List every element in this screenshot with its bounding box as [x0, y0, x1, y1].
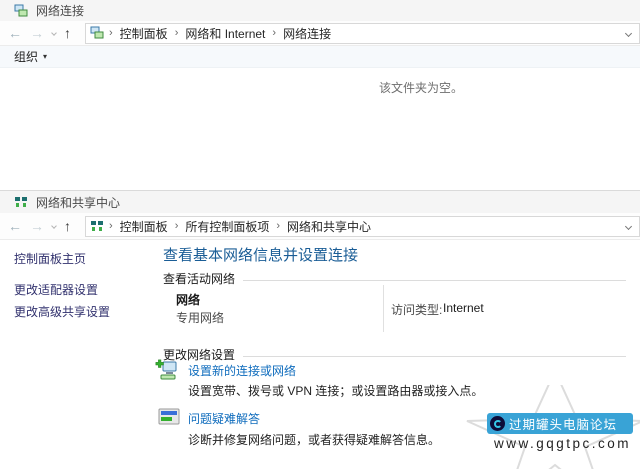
- up-button[interactable]: ↑: [64, 26, 71, 40]
- window2-navbar: ← → ↑ › 控制面板 › 所有控制面板项 › 网络和共享中心: [0, 213, 640, 240]
- task-desc-new-connection: 设置宽带、拨号或 VPN 连接；或设置路由器或接入点。: [188, 384, 484, 398]
- breadcrumb-control-panel[interactable]: 控制面板: [118, 25, 170, 42]
- page-title: 查看基本网络信息并设置连接: [163, 247, 359, 264]
- organize-dropdown-icon: ▾: [43, 52, 48, 61]
- sidebar-item-control-panel-home[interactable]: 控制面板主页: [14, 250, 86, 267]
- active-networks-label: 查看活动网络: [163, 272, 236, 286]
- window2-titlebar: 网络和共享中心: [0, 191, 640, 213]
- window2-content: 控制面板主页 更改适配器设置 更改高级共享设置 查看基本网络信息并设置连接 查看…: [0, 240, 640, 469]
- active-networks-section-header: 查看活动网络: [163, 270, 626, 287]
- new-connection-icon[interactable]: [155, 359, 181, 383]
- watermark-logo-icon: [490, 416, 505, 431]
- recent-pages-chevron-icon[interactable]: [51, 30, 57, 36]
- access-type-label: 访问类型:: [391, 303, 443, 317]
- forward-button[interactable]: →: [30, 26, 44, 40]
- breadcrumb-control-panel[interactable]: 控制面板: [118, 218, 170, 235]
- address-network-icon: [90, 26, 104, 40]
- breadcrumb-all-items[interactable]: 所有控制面板项: [183, 218, 271, 235]
- breadcrumb-sharing-center[interactable]: 网络和共享中心: [285, 218, 373, 235]
- sidebar-item-change-adapter-settings[interactable]: 更改适配器设置: [14, 281, 98, 298]
- task-link-troubleshoot[interactable]: 问题疑难解答: [188, 410, 260, 427]
- section-divider: [243, 355, 626, 357]
- network-info-divider: [383, 285, 384, 332]
- sidebar-item-change-advanced-sharing[interactable]: 更改高级共享设置: [14, 303, 110, 320]
- forward-button[interactable]: →: [30, 219, 44, 233]
- network-connections-window: 网络连接 ← → ↑ › 控制面板 › 网络和 Internet › 网络连接 …: [0, 0, 640, 189]
- window1-title: 网络连接: [36, 4, 85, 18]
- window1-navbar: ← → ↑ › 控制面板 › 网络和 Internet › 网络连接: [0, 21, 640, 46]
- task-link-new-connection[interactable]: 设置新的连接或网络: [188, 362, 296, 379]
- organize-label: 组织: [14, 50, 39, 64]
- watermark-site-url: www.gqgtpc.com: [494, 436, 632, 451]
- back-button[interactable]: ←: [8, 219, 22, 233]
- network-profile: 专用网络: [176, 311, 225, 325]
- address-dropdown-icon[interactable]: [624, 222, 633, 230]
- access-type-value[interactable]: Internet: [443, 301, 484, 315]
- breadcrumb-separator-icon: ›: [276, 220, 281, 232]
- window1-content: 该文件夹为空。: [0, 68, 640, 188]
- address-sharing-center-icon: [90, 219, 104, 233]
- network-connections-icon: [14, 4, 28, 18]
- breadcrumb-separator-icon: ›: [174, 27, 179, 39]
- back-button[interactable]: ←: [8, 26, 22, 40]
- watermark-site-name: 过期罐头电脑论坛: [509, 418, 618, 432]
- network-settings-section-header: 更改网络设置: [163, 346, 626, 363]
- window1-address-bar[interactable]: › 控制面板 › 网络和 Internet › 网络连接: [85, 22, 640, 44]
- watermark-banner: 过期罐头电脑论坛: [487, 413, 633, 434]
- troubleshoot-icon[interactable]: [157, 407, 181, 429]
- breadcrumb-network-internet[interactable]: 网络和 Internet: [183, 25, 267, 42]
- breadcrumb-separator-icon: ›: [109, 220, 113, 232]
- recent-pages-chevron-icon[interactable]: [51, 223, 57, 229]
- breadcrumb-separator-icon: ›: [174, 220, 179, 232]
- organize-button[interactable]: 组织 ▾: [14, 48, 47, 65]
- window1-toolbar: 组织 ▾: [0, 46, 640, 68]
- network-sharing-center-icon: [14, 195, 28, 209]
- address-dropdown-icon[interactable]: [624, 29, 633, 37]
- window1-titlebar: 网络连接: [0, 0, 640, 21]
- task-desc-troubleshoot: 诊断并修复网络问题，或者获得疑难解答信息。: [188, 433, 441, 447]
- breadcrumb-separator-icon: ›: [272, 27, 277, 39]
- window2-title: 网络和共享中心: [36, 195, 121, 210]
- up-button[interactable]: ↑: [64, 219, 71, 233]
- breadcrumb-network-connections[interactable]: 网络连接: [281, 25, 333, 42]
- window2-address-bar[interactable]: › 控制面板 › 所有控制面板项 › 网络和共享中心: [85, 215, 640, 237]
- network-name: 网络: [176, 293, 201, 307]
- section-divider: [243, 279, 626, 281]
- breadcrumb-separator-icon: ›: [109, 27, 113, 39]
- empty-folder-text: 该文件夹为空。: [379, 81, 464, 95]
